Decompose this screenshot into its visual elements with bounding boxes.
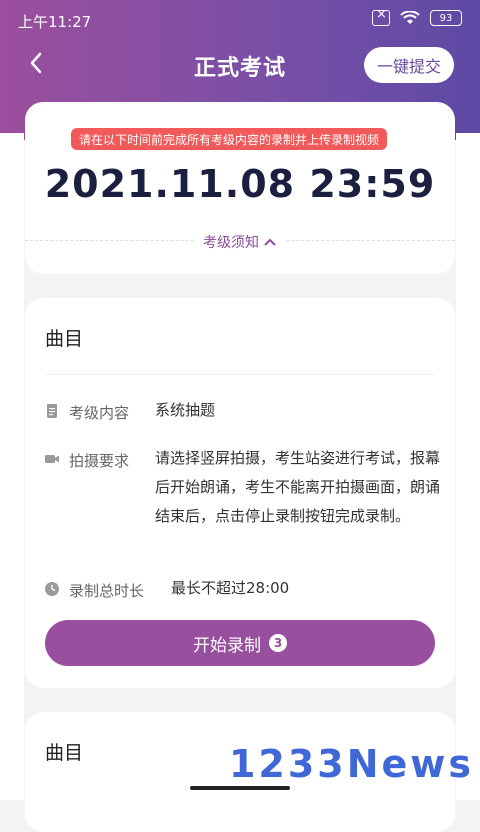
content-row: 考级内容 系统抽题 (45, 401, 435, 426)
exam-notice-toggle[interactable]: 考级须知 (195, 230, 285, 254)
duration-row: 录制总时长 最长不超过28:00 (45, 579, 435, 604)
start-recording-label: 开始录制 (193, 635, 261, 656)
requirement-value: 请选择竖屏拍摄，考生站姿进行考试，报幕后开始朗诵，考生不能离开拍摄画面，朗诵结束… (155, 449, 441, 525)
duration-value: 最长不超过28:00 (171, 579, 290, 597)
deadline-datetime: 2021.11.08 23:59 (44, 162, 436, 206)
deadline-notice-tag: 请在以下时间前完成所有考级内容的录制并上传录制视频 (71, 128, 388, 150)
submit-all-button[interactable]: 一键提交 (364, 47, 454, 83)
status-icons: 93 (372, 7, 462, 26)
duration-label: 录制总时长 (69, 582, 145, 600)
recording-count-badge: 3 (269, 634, 287, 652)
side-strip-left (0, 133, 24, 800)
piece-title-2: 曲目 (45, 742, 84, 764)
side-strip-right (456, 133, 480, 800)
start-recording-button[interactable]: 开始录制 3 (45, 620, 435, 666)
content-value: 系统抽题 (155, 401, 216, 419)
requirement-row: 拍摄要求 请选择竖屏拍摄，考生站姿进行考试，报幕后开始朗诵，考生不能离开拍摄画面… (45, 449, 440, 570)
video-camera-icon (45, 455, 59, 463)
document-icon (47, 404, 57, 418)
card-divider (45, 374, 435, 375)
battery-icon: 93 (430, 10, 462, 26)
navbar: 正式考试 一键提交 (0, 40, 480, 90)
piece-card: 曲目 考级内容 系统抽题 拍摄要求 请选择竖屏拍摄，考生站姿进行考试，报幕后开始… (25, 298, 455, 688)
deadline-card: 请在以下时间前完成所有考级内容的录制并上传录制视频 2021.11.08 23:… (25, 102, 455, 274)
watermark-logo: 1233News (228, 742, 474, 786)
wifi-icon (400, 11, 420, 24)
sim-icon (372, 7, 390, 26)
exam-notice-label: 考级须知 (203, 235, 259, 251)
piece-title: 曲目 (45, 328, 84, 350)
requirement-label: 拍摄要求 (69, 452, 130, 470)
content-label: 考级内容 (69, 404, 130, 422)
status-bar: 上午11:27 93 (0, 0, 480, 40)
chevron-up-icon (264, 238, 276, 246)
status-time: 上午11:27 (18, 13, 92, 31)
clock-icon (45, 582, 59, 596)
home-indicator[interactable] (190, 786, 290, 790)
